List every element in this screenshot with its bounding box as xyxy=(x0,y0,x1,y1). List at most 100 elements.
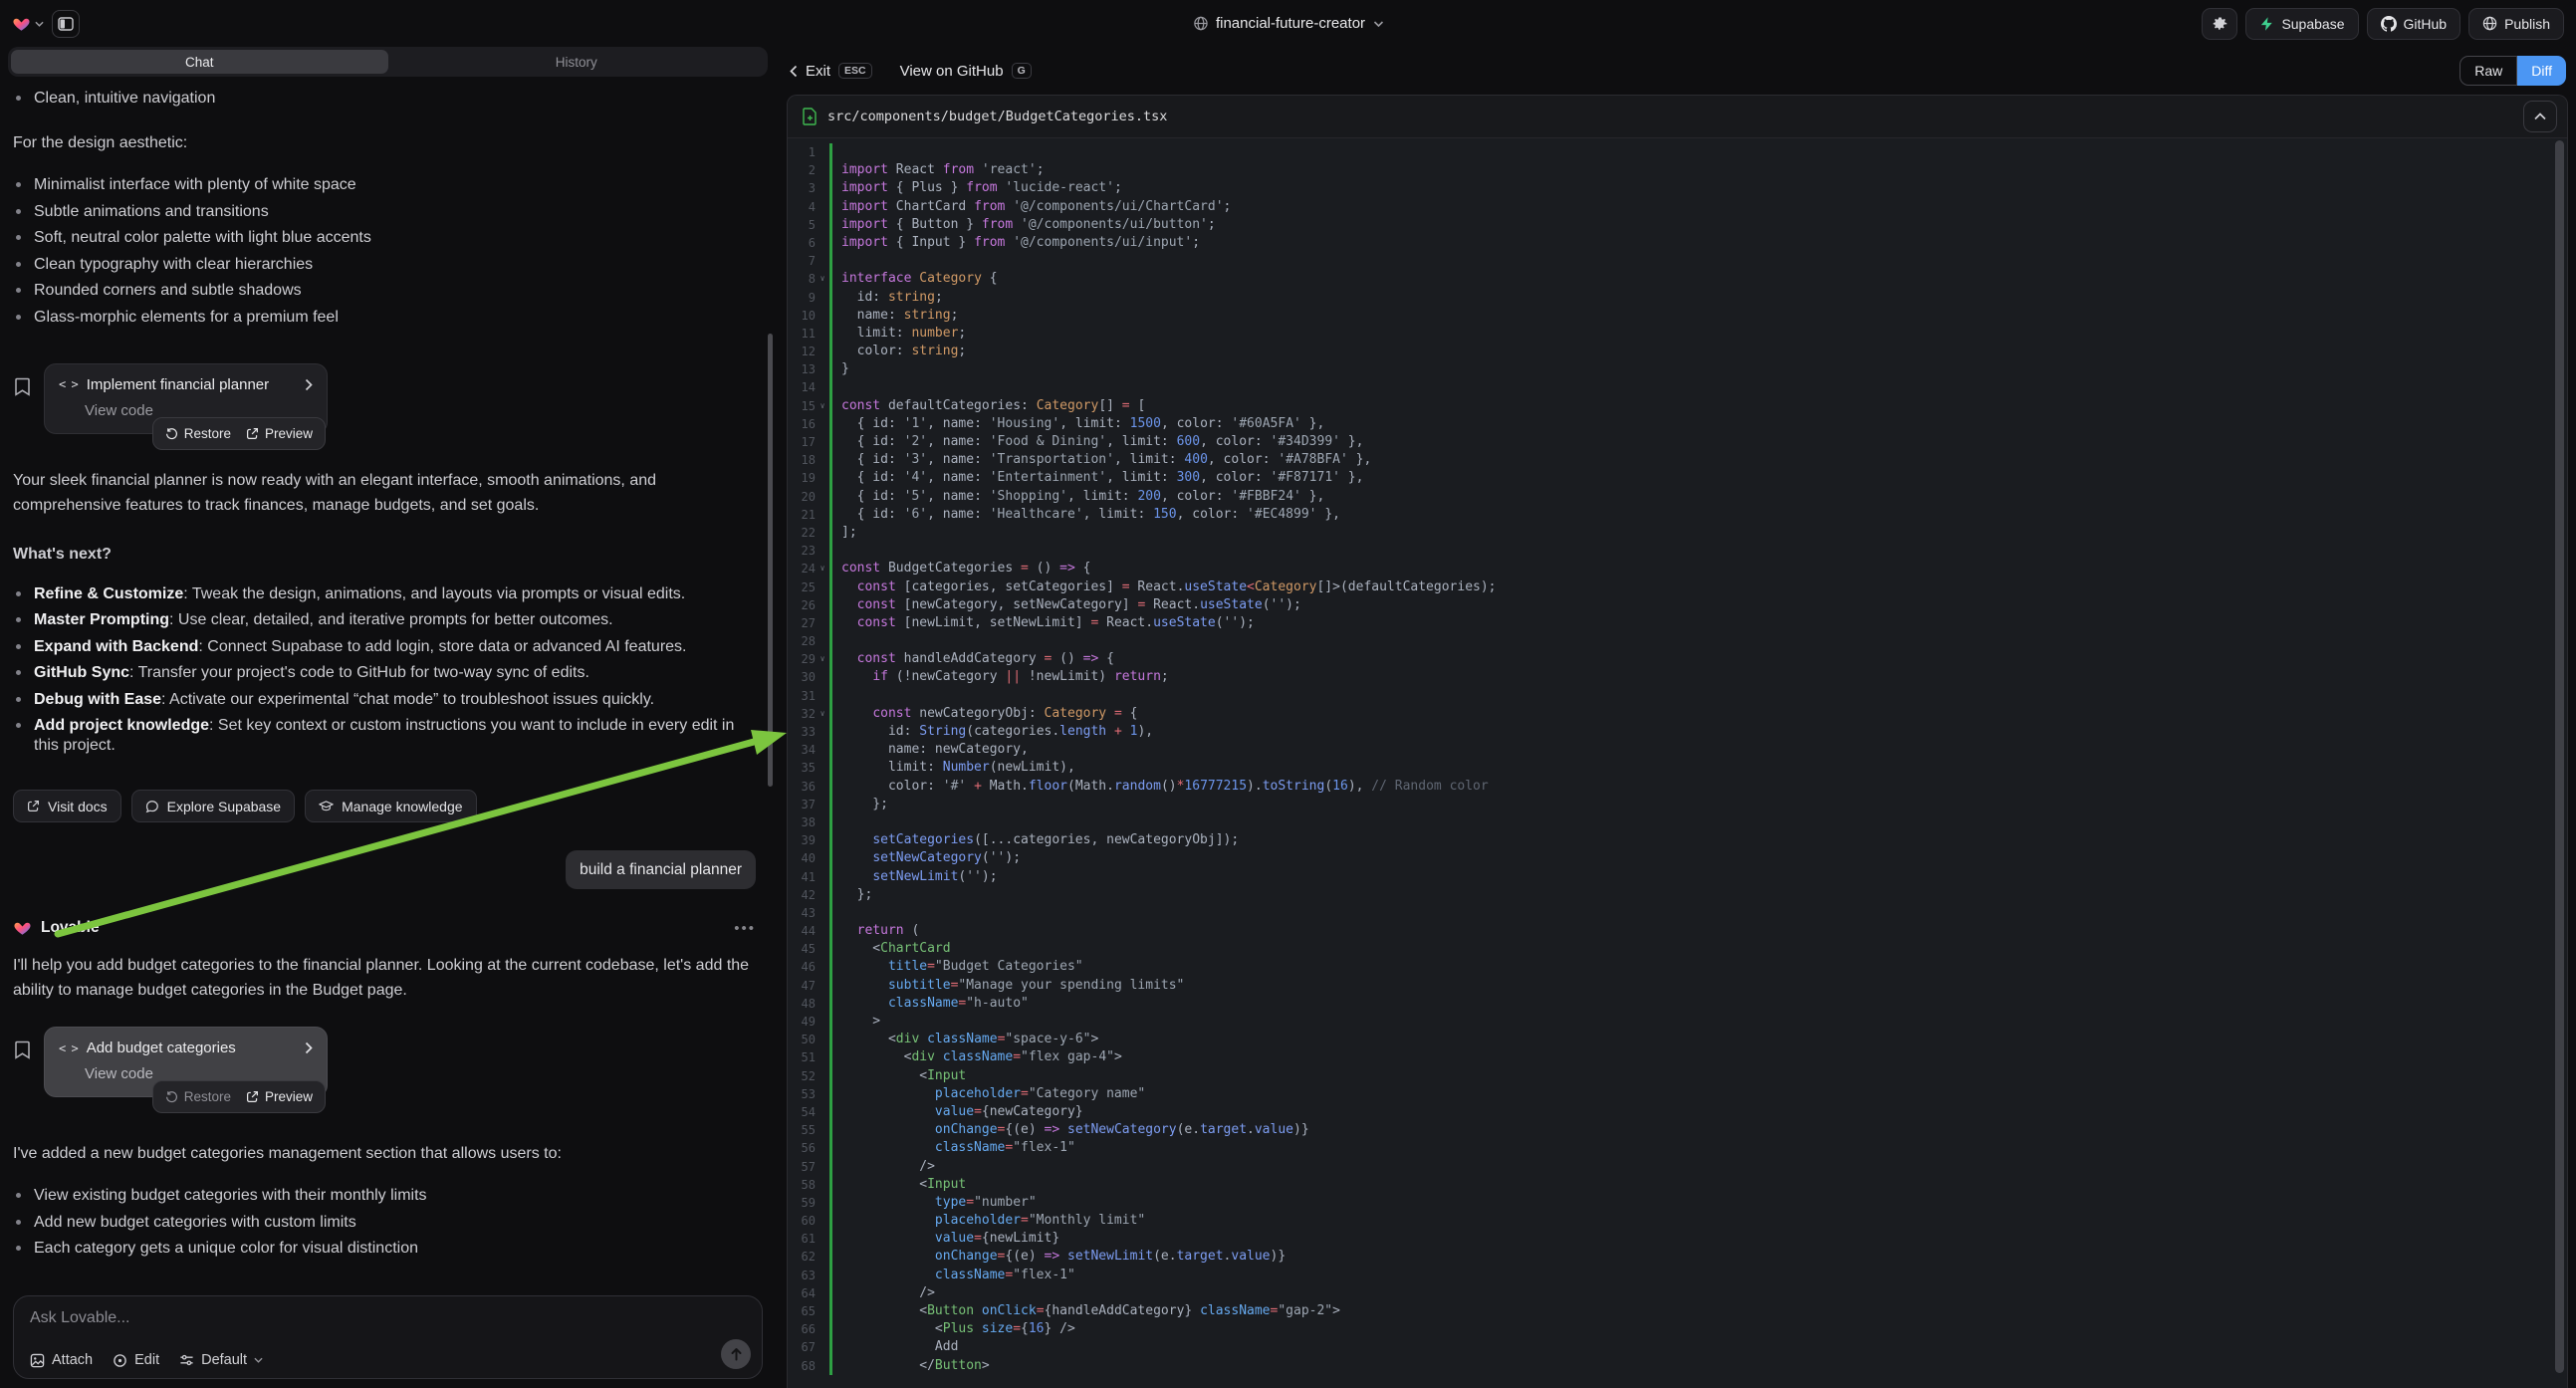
assistant-name: Lovable xyxy=(41,919,725,937)
exit-button[interactable]: Exit ESC xyxy=(790,63,872,80)
quick-actions-row: Visit docs Explore Supabase Manage knowl… xyxy=(13,790,756,822)
code-text: Add xyxy=(829,1338,2567,1356)
top-bar: financial-future-creator Supabase GitHub xyxy=(0,0,2576,47)
code-line: 45 <ChartCard xyxy=(788,940,2567,958)
chat-composer[interactable]: Ask Lovable... Attach Edit Default xyxy=(13,1295,763,1379)
raw-toggle[interactable]: Raw xyxy=(2459,56,2517,86)
step-lead: Master Prompting xyxy=(34,611,169,628)
publish-button[interactable]: Publish xyxy=(2468,8,2564,40)
preview-button[interactable]: Preview xyxy=(246,426,313,441)
code-line: 62 onChange={(e) => setNewLimit(e.target… xyxy=(788,1248,2567,1266)
version-card-implement-financial-planner[interactable]: < > Implement financial planner View cod… xyxy=(44,363,328,434)
fold-gutter xyxy=(816,849,829,867)
tab-chat[interactable]: Chat xyxy=(11,50,388,74)
settings-button[interactable] xyxy=(2202,8,2237,40)
line-number: 33 xyxy=(788,723,816,741)
target-icon xyxy=(113,1353,127,1368)
code-text: className="flex-1" xyxy=(829,1139,2567,1157)
chat-input[interactable]: Ask Lovable... xyxy=(30,1309,746,1327)
list-item: GitHub Sync: Transfer your project's cod… xyxy=(13,663,756,683)
code-scrollbar[interactable] xyxy=(2555,140,2564,1373)
visit-docs-label: Visit docs xyxy=(48,799,108,814)
list-item: Each category gets a unique color for vi… xyxy=(13,1239,756,1259)
fold-gutter xyxy=(816,433,829,451)
arrow-up-icon xyxy=(730,1347,743,1361)
fold-chevron-icon[interactable]: ∨ xyxy=(816,705,829,723)
restore-button-disabled[interactable]: Restore xyxy=(165,1089,231,1104)
line-number: 23 xyxy=(788,542,816,560)
assistant-reply-intro: I'll help you add budget categories to t… xyxy=(13,953,756,1003)
code-line: 36 color: '#' + Math.floor(Math.random()… xyxy=(788,778,2567,796)
code-line: 40 setNewCategory(''); xyxy=(788,849,2567,867)
explore-supabase-button[interactable]: Explore Supabase xyxy=(131,790,295,822)
restore-button[interactable]: Restore xyxy=(165,426,231,441)
project-name: financial-future-creator xyxy=(1216,15,1365,32)
code-text: <Input xyxy=(829,1067,2567,1085)
code-text: import ChartCard from '@/components/ui/C… xyxy=(829,198,2567,216)
code-line: 65 <Button onClick={handleAddCategory} c… xyxy=(788,1302,2567,1320)
line-number: 26 xyxy=(788,596,816,614)
line-number: 25 xyxy=(788,578,816,596)
manage-knowledge-button[interactable]: Manage knowledge xyxy=(305,790,476,822)
chevron-up-icon xyxy=(2534,113,2546,120)
code-line: 63 className="flex-1" xyxy=(788,1267,2567,1284)
code-text: return ( xyxy=(829,922,2567,940)
github-button[interactable]: GitHub xyxy=(2367,8,2461,40)
send-button[interactable] xyxy=(721,1339,751,1369)
mode-selector[interactable]: Default xyxy=(179,1352,263,1368)
version-card-add-budget-categories[interactable]: < > Add budget categories View code Rest… xyxy=(44,1027,328,1097)
project-switcher[interactable]: financial-future-creator xyxy=(1193,15,1383,32)
fold-gutter xyxy=(816,1194,829,1212)
edit-button[interactable]: Edit xyxy=(113,1352,159,1368)
line-number: 19 xyxy=(788,469,816,487)
preview-label: Preview xyxy=(265,1089,313,1104)
fold-gutter xyxy=(816,524,829,542)
code-text: setNewCategory(''); xyxy=(829,849,2567,867)
attach-button[interactable]: Attach xyxy=(30,1352,93,1368)
collapse-file-button[interactable] xyxy=(2523,101,2557,132)
code-line: 68 </Button> xyxy=(788,1357,2567,1375)
code-text: placeholder="Category name" xyxy=(829,1085,2567,1103)
fold-gutter xyxy=(816,289,829,307)
view-on-github-button[interactable]: View on GitHub G xyxy=(900,63,1032,80)
fold-gutter xyxy=(816,216,829,234)
code-icon: < > xyxy=(59,377,78,391)
fold-chevron-icon[interactable]: ∨ xyxy=(816,270,829,288)
chat-scrollbar[interactable] xyxy=(768,334,773,787)
supabase-button[interactable]: Supabase xyxy=(2245,8,2358,40)
fold-chevron-icon[interactable]: ∨ xyxy=(816,560,829,578)
fold-gutter xyxy=(816,687,829,705)
fold-gutter xyxy=(816,995,829,1013)
preview-button[interactable]: Preview xyxy=(246,1089,313,1104)
code-text: import { Plus } from 'lucide-react'; xyxy=(829,179,2567,197)
view-code-link[interactable]: View code xyxy=(85,402,313,419)
fold-gutter xyxy=(816,161,829,179)
line-number: 7 xyxy=(788,252,816,270)
message-menu-button[interactable]: ••• xyxy=(734,920,756,937)
list-item: Clean typography with clear hierarchies xyxy=(13,255,756,275)
github-label: GitHub xyxy=(2404,16,2448,32)
fold-gutter xyxy=(816,1085,829,1103)
line-number: 51 xyxy=(788,1048,816,1066)
list-item: Rounded corners and subtle shadows xyxy=(13,281,756,301)
fold-chevron-icon[interactable]: ∨ xyxy=(816,650,829,668)
fold-gutter xyxy=(816,614,829,632)
visit-docs-button[interactable]: Visit docs xyxy=(13,790,121,822)
lovable-logo-menu[interactable] xyxy=(12,15,44,33)
step-lead: Refine & Customize xyxy=(34,585,183,602)
chat-messages: Clean, intuitive navigation For the desi… xyxy=(0,77,776,1285)
code-text: const [categories, setCategories] = Reac… xyxy=(829,578,2567,596)
tab-history[interactable]: History xyxy=(388,50,766,74)
code-text xyxy=(829,378,2567,396)
line-number: 28 xyxy=(788,632,816,650)
line-number: 53 xyxy=(788,1085,816,1103)
line-number: 21 xyxy=(788,506,816,524)
diff-toggle[interactable]: Diff xyxy=(2517,56,2566,86)
code-text: import { Button } from '@/components/ui/… xyxy=(829,216,2567,234)
fold-gutter xyxy=(816,904,829,922)
code-line: 61 value={newLimit} xyxy=(788,1230,2567,1248)
code-text: id: string; xyxy=(829,289,2567,307)
fold-gutter xyxy=(816,741,829,759)
sidebar-toggle-button[interactable] xyxy=(52,10,80,38)
fold-chevron-icon[interactable]: ∨ xyxy=(816,397,829,415)
